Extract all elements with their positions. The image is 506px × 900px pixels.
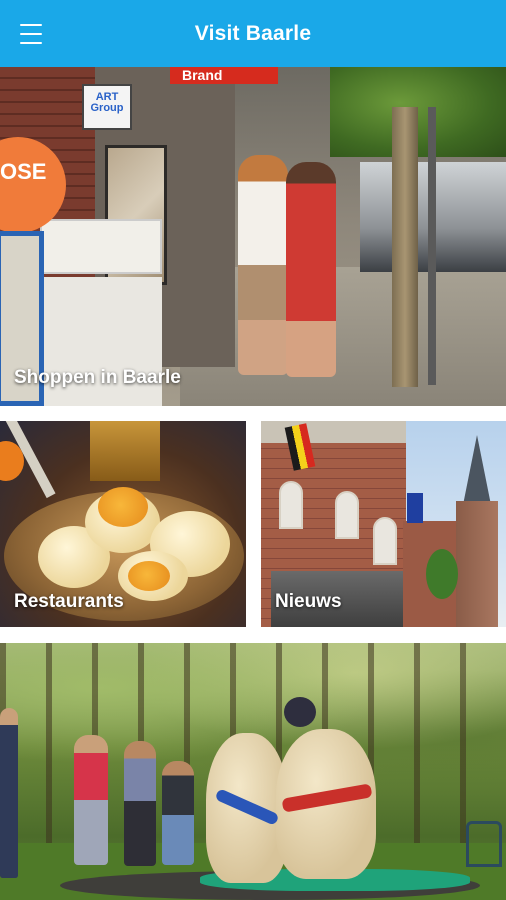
tile-shoppen[interactable]: Brand ART Group OSE Shoppen in Baarle: [0, 67, 506, 406]
shop-sign-text: Brand: [182, 67, 223, 83]
tile-label-nieuws: Nieuws: [275, 591, 342, 612]
art-sign: ART Group: [82, 84, 132, 130]
tile-label-restaurants: Restaurants: [14, 591, 124, 612]
app-title: Visit Baarle: [194, 21, 312, 45]
tile-nieuws[interactable]: Nieuws: [261, 421, 506, 627]
app-bar: Visit Baarle: [0, 0, 506, 67]
tile-event[interactable]: [0, 643, 506, 900]
tile-label-shoppen: Shoppen in Baarle: [14, 367, 181, 388]
tile-restaurants[interactable]: Restaurants: [0, 421, 246, 627]
orange-sign-text: OSE: [0, 159, 47, 184]
hamburger-menu-icon[interactable]: [20, 24, 42, 44]
